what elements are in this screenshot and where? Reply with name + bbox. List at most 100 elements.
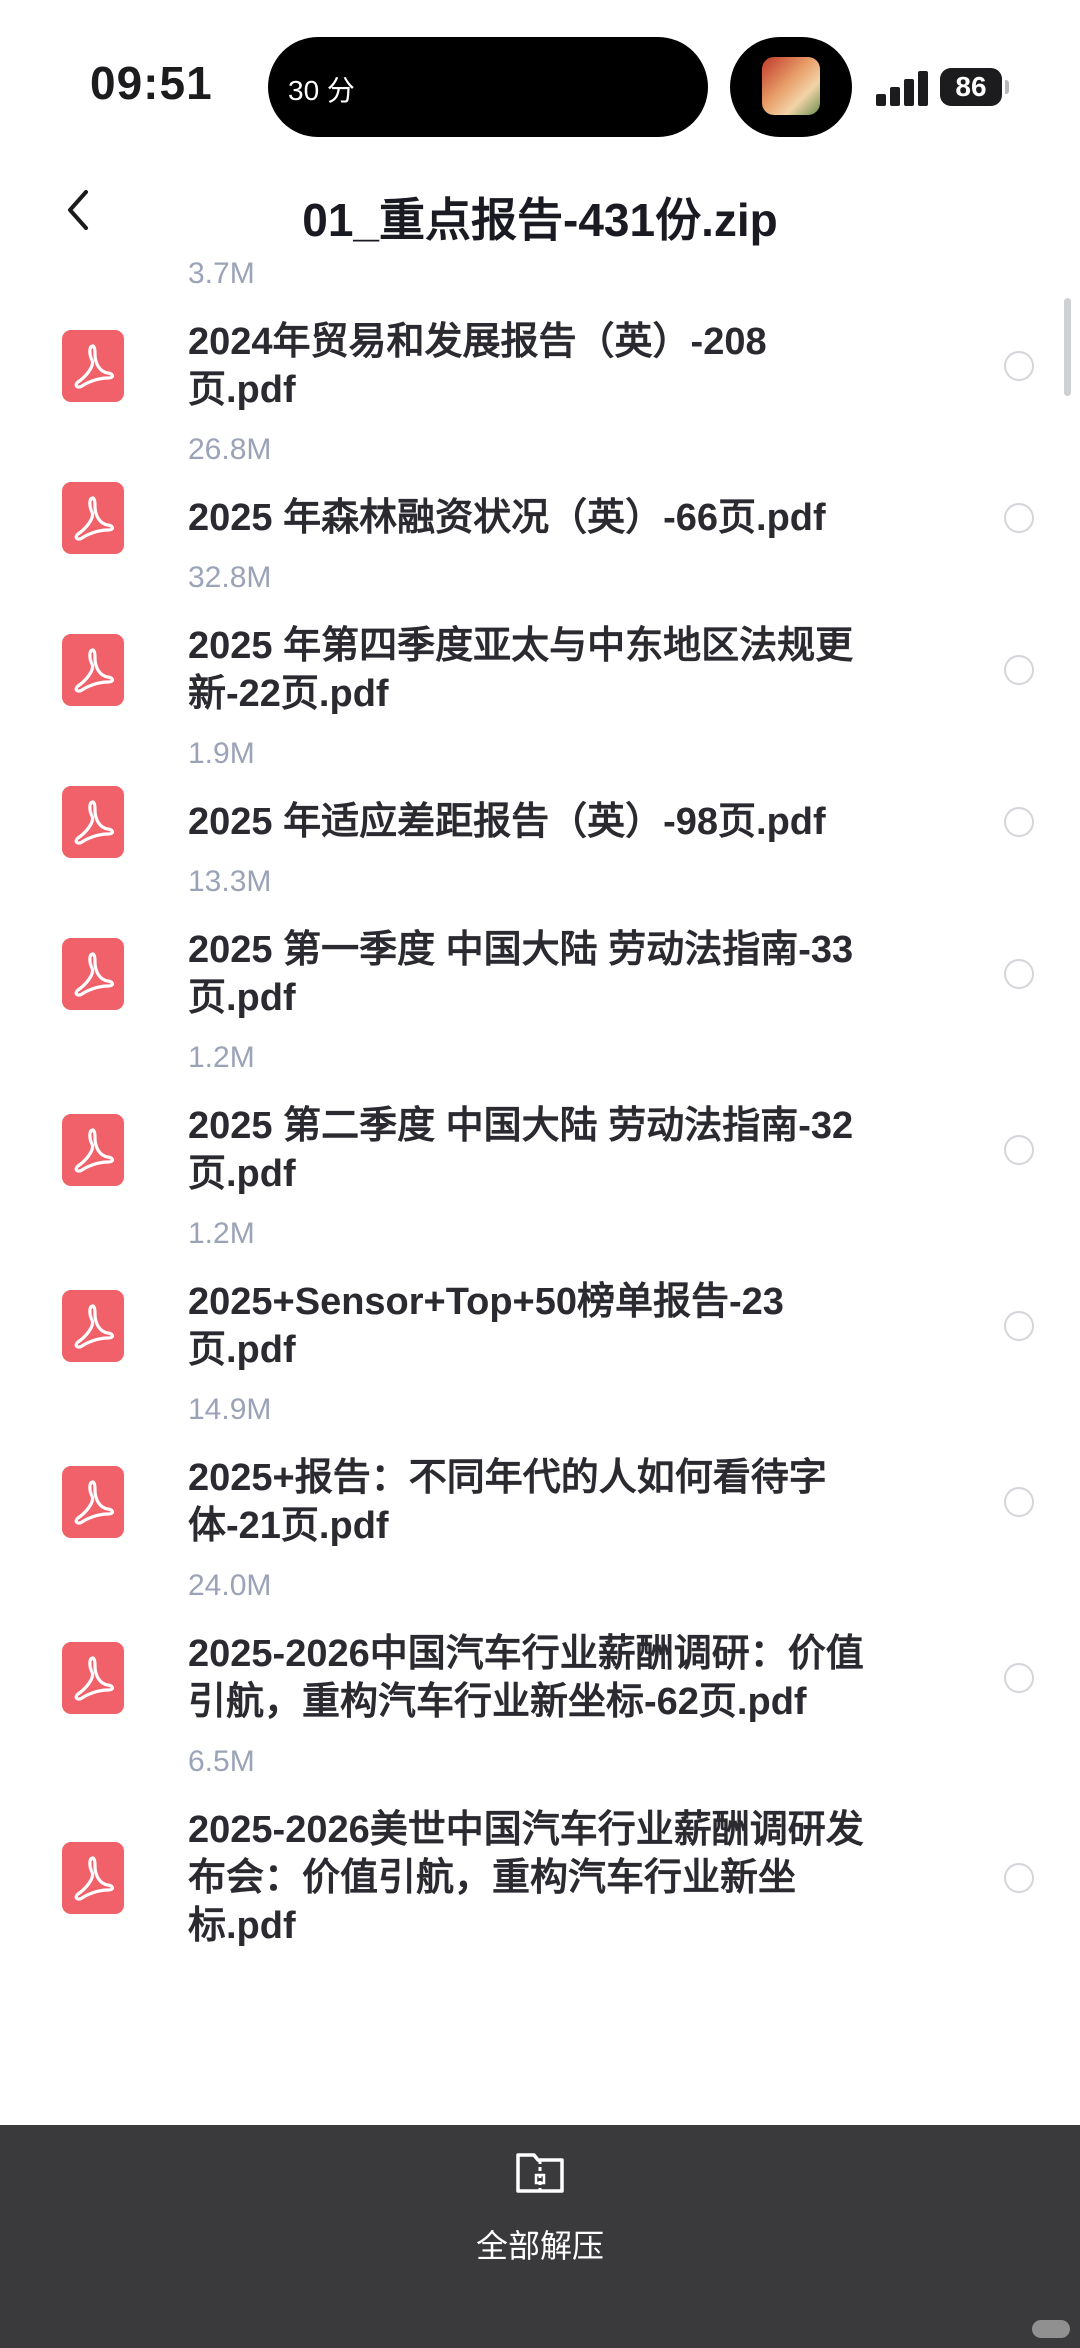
pdf-file-icon — [62, 1114, 124, 1186]
file-name: 2025 年第四季度亚太与中东地区法规更新-22页.pdf — [188, 625, 854, 715]
pdf-file-icon — [62, 634, 124, 706]
select-radio[interactable] — [1004, 351, 1034, 381]
file-row[interactable]: 2025-2026中国汽车行业薪酬调研：价值引航，重构汽车行业新坐标-62页.p… — [0, 1630, 1080, 1806]
file-size: 32.8M — [188, 561, 272, 594]
island-timer-text: 30 分 — [288, 75, 355, 106]
pdf-file-icon — [62, 1290, 124, 1362]
row-spacer — [0, 598, 1080, 622]
file-name: 2025+Sensor+Top+50榜单报告-23页.pdf — [188, 1281, 784, 1371]
file-row[interactable]: 2025 第二季度 中国大陆 劳动法指南-32页.pdf 1.2M — [0, 1102, 1080, 1278]
pdf-file-icon — [62, 1642, 124, 1714]
select-radio[interactable] — [1004, 1663, 1034, 1693]
select-radio[interactable] — [1004, 1311, 1034, 1341]
scroll-indicator[interactable] — [1064, 298, 1071, 396]
file-name: 2025-2026中国汽车行业薪酬调研：价值引航，重构汽车行业新坐标-62页.p… — [188, 1633, 864, 1723]
file-row-content: 2025 年第四季度亚太与中东地区法规更新-22页.pdf — [0, 622, 1080, 718]
row-spacer — [0, 1254, 1080, 1278]
file-name: 2025 第一季度 中国大陆 劳动法指南-33页.pdf — [188, 929, 854, 1019]
file-row-content: 2025-2026美世中国汽车行业薪酬调研发布会：价值引航，重构汽车行业新坐标.… — [0, 1806, 1080, 1950]
pdf-file-icon — [62, 1842, 124, 1914]
status-bar: 09:51 30 分 86 — [0, 0, 1080, 160]
file-name: 2025 年适应差距报告（英）-98页.pdf — [188, 801, 826, 843]
select-radio[interactable] — [1004, 655, 1034, 685]
pdf-file-icon-graphic — [62, 1290, 124, 1362]
dynamic-island-media[interactable] — [730, 37, 852, 137]
pdf-file-icon — [62, 482, 124, 554]
pdf-file-icon-graphic — [62, 938, 124, 1010]
select-radio[interactable] — [1004, 503, 1034, 533]
file-name: 2025+报告：不同年代的人如何看待字体-21页.pdf — [188, 1457, 827, 1547]
file-row-content: 2025-2026中国汽车行业薪酬调研：价值引航，重构汽车行业新坐标-62页.p… — [0, 1630, 1080, 1726]
file-size: 1.2M — [188, 1217, 255, 1250]
file-row[interactable]: 2025+Sensor+Top+50榜单报告-23页.pdf 14.9M — [0, 1278, 1080, 1454]
cellular-signal-icon — [876, 70, 930, 106]
extract-all-button[interactable]: 全部解压 — [0, 2221, 1080, 2267]
file-size: 6.5M — [188, 1745, 255, 1778]
row-spacer — [0, 470, 1080, 494]
file-row[interactable]: 2025 年森林融资状况（英）-66页.pdf 32.8M — [0, 482, 1080, 622]
pdf-file-icon — [62, 1466, 124, 1538]
file-row-content: 2025 第一季度 中国大陆 劳动法指南-33页.pdf — [0, 926, 1080, 1022]
file-name: 2024年贸易和发展报告（英）-208页.pdf — [188, 321, 767, 411]
file-row[interactable]: 2025 第一季度 中国大陆 劳动法指南-33页.pdf 1.2M — [0, 926, 1080, 1102]
file-row[interactable]: 2025 年第四季度亚太与中东地区法规更新-22页.pdf 1.9M — [0, 622, 1080, 798]
file-row[interactable]: 2024年贸易和发展报告（英）-208页.pdf 26.8M — [0, 318, 1080, 494]
row-spacer — [0, 1782, 1080, 1806]
home-indicator — [1032, 2320, 1070, 2338]
file-size: 1.9M — [188, 737, 255, 770]
file-size: 3.7M — [188, 260, 255, 290]
pdf-file-icon-graphic — [62, 1642, 124, 1714]
file-size: 13.3M — [188, 865, 272, 898]
file-row[interactable]: 2025-2026美世中国汽车行业薪酬调研发布会：价值引航，重构汽车行业新坐标.… — [0, 1806, 1080, 2030]
pdf-file-icon-graphic — [62, 1466, 124, 1538]
row-spacer — [0, 1078, 1080, 1102]
file-size: 26.8M — [188, 433, 272, 466]
row-spacer — [0, 294, 1080, 318]
file-size: 14.9M — [188, 1393, 272, 1426]
select-radio[interactable] — [1004, 1487, 1034, 1517]
file-size: 24.0M — [188, 1569, 272, 1602]
battery-tip — [1005, 80, 1009, 94]
page-title: 01_重点报告-431份.zip — [302, 194, 778, 246]
file-size: 1.2M — [188, 1041, 255, 1074]
select-radio[interactable] — [1004, 807, 1034, 837]
file-row-content: 2025 年适应差距报告（英）-98页.pdf — [0, 786, 1080, 858]
nav-bar: 01_重点报告-431份.zip — [0, 160, 1080, 260]
file-row-content: 2025 第二季度 中国大陆 劳动法指南-32页.pdf — [0, 1102, 1080, 1198]
file-list[interactable]: 报告-28页.pdf3.7M2024年贸易和发展报告（英）-208页.pdf 26… — [0, 260, 1080, 2125]
pdf-file-icon-graphic — [62, 634, 124, 706]
file-row[interactable]: 2025 年适应差距报告（英）-98页.pdf 13.3M — [0, 786, 1080, 926]
file-row[interactable]: 报告-28页.pdf3.7M — [0, 260, 1080, 318]
file-row-content: 2024年贸易和发展报告（英）-208页.pdf — [0, 318, 1080, 414]
select-radio[interactable] — [1004, 1135, 1034, 1165]
row-spacer — [0, 1430, 1080, 1454]
file-row-content: 2025 年森林融资状况（英）-66页.pdf — [0, 482, 1080, 554]
pdf-file-icon-graphic — [62, 1842, 124, 1914]
file-name: 2025 第二季度 中国大陆 劳动法指南-32页.pdf — [188, 1105, 854, 1195]
file-name: 2025 年森林融资状况（英）-66页.pdf — [188, 497, 826, 539]
pdf-file-icon — [62, 938, 124, 1010]
bottom-action-bar: 全部解压 — [0, 2125, 1080, 2348]
pdf-file-icon — [62, 786, 124, 858]
pdf-file-icon-graphic — [62, 330, 124, 402]
row-spacer — [0, 1606, 1080, 1630]
status-time: 09:51 — [90, 57, 213, 109]
dynamic-island-timer[interactable]: 30 分 — [268, 37, 708, 137]
pdf-file-icon-graphic — [62, 786, 124, 858]
file-row-content: 2025+Sensor+Top+50榜单报告-23页.pdf — [0, 1278, 1080, 1374]
row-spacer — [0, 2006, 1080, 2030]
row-spacer — [0, 774, 1080, 798]
pdf-file-icon-graphic — [62, 482, 124, 554]
select-radio[interactable] — [1004, 959, 1034, 989]
file-name: 2025-2026美世中国汽车行业薪酬调研发布会：价值引航，重构汽车行业新坐标.… — [188, 1809, 864, 1947]
pdf-file-icon — [62, 330, 124, 402]
unzip-folder-icon[interactable] — [512, 2145, 568, 2201]
file-row-content: 2025+报告：不同年代的人如何看待字体-21页.pdf — [0, 1454, 1080, 1550]
battery-icon: 86 — [940, 68, 1002, 106]
file-size — [188, 1966, 1080, 2006]
select-radio[interactable] — [1004, 1863, 1034, 1893]
row-spacer — [0, 902, 1080, 926]
pdf-file-icon-graphic — [62, 1114, 124, 1186]
file-row[interactable]: 2025+报告：不同年代的人如何看待字体-21页.pdf 24.0M — [0, 1454, 1080, 1630]
media-artwork-icon — [762, 57, 820, 115]
